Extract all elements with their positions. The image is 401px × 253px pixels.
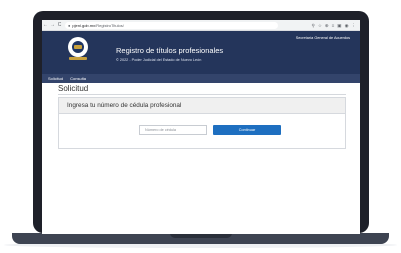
browser-toolbar: ← → C ● pjenl.gob.mx/RegistroTitulos/ ⚲ … bbox=[42, 20, 360, 31]
cedula-input[interactable] bbox=[139, 125, 207, 135]
url-path: /RegistroTitulos/ bbox=[95, 22, 124, 28]
reading-list-icon[interactable]: ≡ bbox=[332, 20, 335, 31]
url-host: pjenl.gob.mx bbox=[72, 22, 96, 28]
site-subtitle: © 2022 - Poder Judicial del Estado de Nu… bbox=[116, 58, 202, 62]
continue-button[interactable]: Continuar bbox=[213, 125, 281, 135]
reload-icon[interactable]: C bbox=[56, 20, 63, 31]
search-icon[interactable]: ⚲ bbox=[312, 20, 315, 31]
nav-item-solicitud[interactable]: Solicitud bbox=[48, 74, 63, 83]
back-icon[interactable]: ← bbox=[42, 20, 49, 31]
site-title: Registro de títulos profesionales bbox=[116, 46, 224, 55]
profile-icon[interactable]: ◉ bbox=[345, 20, 349, 31]
seal-logo-ribbon bbox=[69, 57, 87, 60]
lock-icon: ● bbox=[68, 22, 71, 28]
page-title: Solicitud bbox=[58, 84, 89, 93]
card-header: Ingresa tu número de cédula profesional bbox=[59, 98, 345, 114]
forward-icon[interactable]: → bbox=[49, 20, 56, 31]
tab-icon[interactable]: ▣ bbox=[337, 20, 341, 31]
heading-divider bbox=[58, 94, 346, 95]
address-bar[interactable]: ● pjenl.gob.mx/RegistroTitulos/ bbox=[65, 21, 278, 29]
nav-item-consulta[interactable]: Consulta bbox=[70, 74, 86, 83]
main-nav: Solicitud Consulta bbox=[42, 74, 360, 83]
url-text: pjenl.gob.mx/RegistroTitulos/ bbox=[72, 23, 123, 28]
menu-icon[interactable]: ⋮ bbox=[352, 20, 357, 31]
bookmark-star-icon[interactable]: ☆ bbox=[318, 20, 322, 31]
card-title: Ingresa tu número de cédula profesional bbox=[67, 102, 182, 109]
secretaria-label: Secretaría General de Acuerdos bbox=[295, 36, 350, 40]
browser-icons: ⚲ ☆ ⊕ ≡ ▣ ◉ ⋮ bbox=[312, 20, 360, 31]
site-header: Registro de títulos profesionales © 2022… bbox=[42, 31, 360, 74]
cedula-card: Ingresa tu número de cédula profesional … bbox=[58, 97, 346, 149]
browser-screen: ← → C ● pjenl.gob.mx/RegistroTitulos/ ⚲ … bbox=[42, 20, 360, 234]
seal-logo-emblem bbox=[74, 45, 82, 49]
seal-logo-icon bbox=[68, 37, 88, 57]
extension-icon[interactable]: ⊕ bbox=[325, 20, 329, 31]
